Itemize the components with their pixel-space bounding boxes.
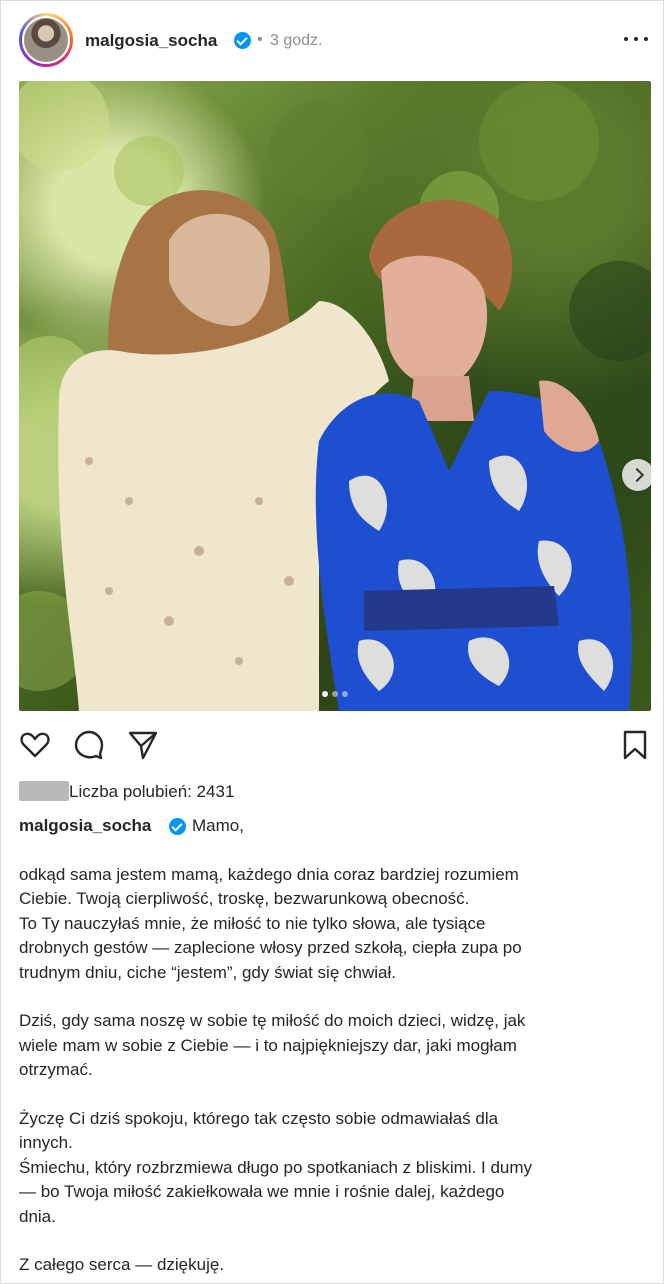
separator-dot: • [257,31,263,48]
heart-icon[interactable] [19,729,51,761]
share-icon[interactable] [127,729,159,761]
next-slide-button[interactable] [622,459,651,491]
carousel-indicator [19,684,651,702]
caption-line: trudnym dniu, ciche “jestem”, gdy świat … [19,962,396,982]
caption-line: wiele mam w sobie z Ciebie — i to najpię… [19,1035,517,1055]
caption-line: Śmiechu, który rozbrzmiewa długo po spot… [19,1157,533,1177]
caption-line: innych. [19,1133,73,1153]
caption-line: Ciebie. Twoją cierpliwość, troskę, bezwa… [19,889,470,909]
carousel-dot [332,691,338,697]
caption-username-text[interactable]: malgosia_socha [19,816,151,835]
action-bar [19,729,651,763]
caption-line: dnia. [19,1206,56,1226]
verified-badge-icon [234,32,251,49]
liker-avatar-redacted [19,781,69,801]
likes-count[interactable]: Liczba polubień: 2431 [69,782,234,802]
instagram-post: malgosia_socha • 3 godz. Liczba polubień… [0,0,664,1284]
caption-line: drobnych gestów — zaplecione włosy przed… [19,938,522,958]
caption-line: Z całego serca — dziękuję. [19,1255,225,1275]
caption-body: odkąd sama jestem mamą, każdego dnia cor… [19,863,655,1278]
caption-line: odkąd sama jestem mamą, każdego dnia cor… [19,865,519,884]
caption-username[interactable]: malgosia_socha [19,816,151,836]
caption-line: — bo Twoja miłość zakiełkowała we mnie i… [19,1182,505,1202]
story-ring[interactable] [19,13,73,67]
caption-line: Życzę Ci dziś spokoju, którego tak częst… [19,1109,499,1129]
carousel-dot [322,691,328,697]
caption-line: Dziś, gdy sama noszę w sobie tę miłość d… [19,1011,526,1031]
carousel-dot [342,691,348,697]
post-time[interactable]: 3 godz. [270,32,322,50]
post-photo[interactable] [19,81,651,711]
verified-badge-icon [169,818,186,835]
bookmark-icon[interactable] [619,729,651,761]
photo-illustration [19,81,651,711]
username[interactable]: malgosia_socha [85,31,217,51]
more-options-icon[interactable] [621,27,651,51]
comment-icon[interactable] [73,729,105,761]
caption-first-line: Mamo, [192,816,244,835]
avatar[interactable] [22,16,70,64]
post-header: malgosia_socha • 3 godz. [1,1,663,79]
caption-line: otrzymać. [19,1060,93,1080]
caption-line: To Ty nauczyłaś mnie, że miłość to nie t… [19,913,486,933]
